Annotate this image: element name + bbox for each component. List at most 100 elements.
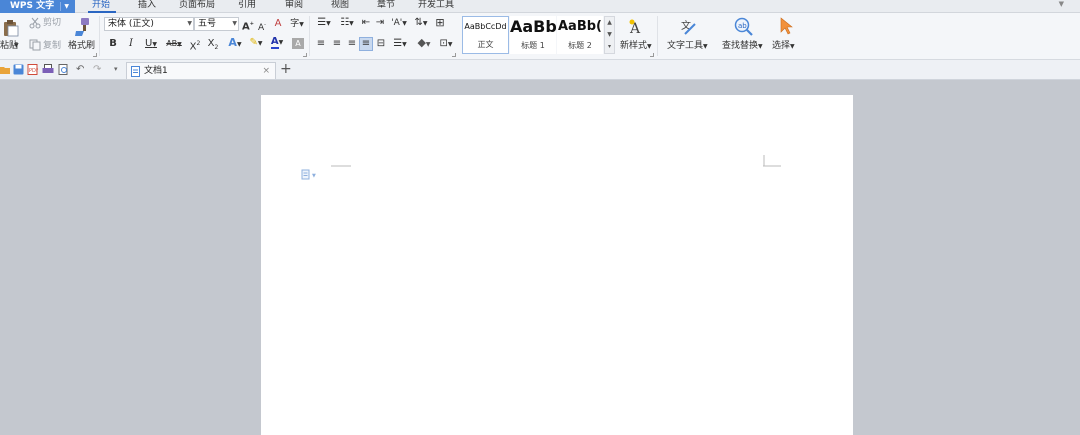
font-name-value: 宋体 (正文) xyxy=(108,19,154,29)
shrink-font-icon[interactable]: A- xyxy=(256,19,268,34)
svg-text:▼: ▼ xyxy=(312,173,316,179)
tab-view[interactable]: 视图 xyxy=(331,0,349,13)
find-replace-button[interactable]: 查找替换▼ xyxy=(722,40,763,53)
app-name: WPS 文字 xyxy=(10,1,55,11)
format-painter-button[interactable]: 格式刷 xyxy=(68,40,95,52)
find-replace-icon[interactable]: ab xyxy=(733,16,753,36)
margin-corner-top-right xyxy=(763,155,781,167)
document-workspace[interactable]: ▼ xyxy=(0,80,1080,435)
style-normal-label: 正文 xyxy=(477,40,494,49)
quick-access-customize-icon[interactable]: ▾ xyxy=(114,63,118,75)
scissors-icon[interactable] xyxy=(29,17,41,29)
style-heading-2[interactable]: AaBb( 标题 2 xyxy=(557,16,603,54)
group-separator xyxy=(99,16,100,56)
text-tools-icon[interactable]: 文 xyxy=(679,18,697,36)
style-heading-2-preview: AaBb( xyxy=(558,19,602,34)
superscript-icon[interactable]: X2 xyxy=(188,38,202,53)
new-style-button[interactable]: 新样式▼ xyxy=(620,40,652,53)
clipboard-dialog-launcher[interactable] xyxy=(93,53,97,57)
font-name-select[interactable]: 宋体 (正文) ▼ xyxy=(104,17,194,31)
strikethrough-icon[interactable]: AB▼ xyxy=(163,38,185,51)
font-dialog-launcher[interactable] xyxy=(303,53,307,57)
print-preview-icon[interactable] xyxy=(58,64,69,75)
paragraph-layout-icon[interactable]: ▼ xyxy=(301,169,319,181)
style-normal[interactable]: AaBbCcDd 正文 xyxy=(462,16,509,54)
font-color-icon[interactable]: A▼ xyxy=(268,36,286,49)
style-heading-1-label: 标题 1 xyxy=(521,41,545,50)
tab-review[interactable]: 审阅 xyxy=(285,0,303,13)
app-menu-button[interactable]: WPS 文字 ▼ xyxy=(0,0,75,13)
text-effect-icon[interactable]: A▼ xyxy=(226,37,244,51)
document-tab[interactable]: 文档1 × xyxy=(126,62,276,79)
select-cursor-icon[interactable] xyxy=(778,17,794,35)
margin-corner-top-left xyxy=(331,165,351,167)
style-normal-preview: AaBbCcDd xyxy=(464,22,507,31)
underline-icon[interactable]: U▼ xyxy=(143,38,159,51)
group-separator xyxy=(657,16,658,56)
style-gallery-more[interactable]: ▲ ▼ ▾ xyxy=(604,16,615,54)
chevron-down-icon[interactable]: ▼ xyxy=(232,18,237,30)
select-button[interactable]: 选择▼ xyxy=(772,40,795,53)
svg-text:ab: ab xyxy=(738,22,747,30)
distributed-align-icon[interactable]: ⊟ xyxy=(375,38,387,50)
ribbon: 粘贴 ▼ 剪切 复制 格式刷 宋体 (正文) ▼ 五号 ▼ A+ A- A 字▼… xyxy=(0,13,1080,60)
align-center-icon[interactable]: ≡ xyxy=(331,38,343,50)
style-heading-1[interactable]: AaBb 标题 1 xyxy=(510,16,556,54)
font-size-select[interactable]: 五号 ▼ xyxy=(194,17,239,31)
numbered-list-icon[interactable]: ☷▼ xyxy=(337,17,357,30)
close-icon[interactable]: × xyxy=(262,65,270,77)
paste-dropdown-icon[interactable]: ▼ xyxy=(14,40,19,52)
bold-icon[interactable]: B xyxy=(108,38,118,50)
shading-icon[interactable]: ◆▼ xyxy=(414,37,434,51)
save-icon[interactable] xyxy=(13,64,24,75)
character-shading-icon[interactable]: A xyxy=(292,38,304,49)
justify-icon[interactable]: ≡ xyxy=(359,37,373,51)
style-heading-1-preview: AaBb xyxy=(510,17,556,36)
collapse-ribbon-icon[interactable]: ▼ xyxy=(1059,0,1064,9)
subscript-icon[interactable]: X2 xyxy=(206,38,220,54)
print-icon[interactable] xyxy=(42,64,54,75)
styles-dialog-launcher[interactable] xyxy=(650,53,654,57)
align-left-icon[interactable]: ≡ xyxy=(315,38,327,50)
increase-indent-icon[interactable]: ⇥ xyxy=(374,17,386,29)
line-spacing-icon[interactable]: ☰▼ xyxy=(390,38,410,51)
chevron-down-icon[interactable]: ▼ xyxy=(187,18,192,30)
sort-icon[interactable]: ⇅▼ xyxy=(413,17,429,30)
align-right-icon[interactable]: ≡ xyxy=(346,38,358,50)
document-tab-label: 文档1 xyxy=(144,66,168,76)
chinese-layout-icon[interactable]: 'A'▼ xyxy=(389,17,409,30)
grow-font-icon[interactable]: A+ xyxy=(242,18,254,33)
undo-icon[interactable]: ↶ xyxy=(76,64,84,76)
caret-down-icon[interactable]: ▼ xyxy=(64,0,69,13)
italic-icon[interactable]: I xyxy=(126,38,136,50)
tab-page-layout[interactable]: 页面布局 xyxy=(179,0,215,13)
highlight-icon[interactable]: ✎▼ xyxy=(247,37,265,50)
document-icon xyxy=(131,66,140,77)
paragraph-dialog-launcher[interactable] xyxy=(452,53,456,57)
tab-references[interactable]: 引用 xyxy=(238,0,256,13)
phonetic-guide-icon[interactable]: 字▼ xyxy=(288,18,306,31)
border-icon[interactable]: ⊡▼ xyxy=(436,38,456,51)
redo-icon[interactable]: ↷ xyxy=(93,64,101,76)
find-replace-label: 查找替换 xyxy=(722,41,759,51)
tab-developer-tools[interactable]: 开发工具 xyxy=(418,0,454,13)
tab-chapter[interactable]: 章节 xyxy=(377,0,395,13)
copy-button[interactable]: 复制 xyxy=(43,40,61,52)
paste-icon[interactable] xyxy=(2,19,20,37)
new-style-icon[interactable]: A xyxy=(627,18,645,36)
clear-formatting-icon[interactable]: A xyxy=(272,18,284,30)
decrease-indent-icon[interactable]: ⇤ xyxy=(360,17,372,29)
tab-insert[interactable]: 插入 xyxy=(138,0,156,13)
export-pdf-icon[interactable]: PDF xyxy=(27,64,38,75)
text-tools-button[interactable]: 文字工具▼ xyxy=(667,40,708,53)
table-grid-icon[interactable]: ⊞ xyxy=(434,17,446,29)
copy-icon[interactable] xyxy=(29,39,41,51)
document-page[interactable]: ▼ xyxy=(261,95,853,435)
bullet-list-icon[interactable]: ☰▼ xyxy=(314,17,334,30)
group-separator xyxy=(309,16,310,56)
format-painter-icon[interactable] xyxy=(73,17,91,37)
text-tools-label: 文字工具 xyxy=(667,41,704,51)
open-folder-icon[interactable] xyxy=(0,65,10,75)
new-tab-plus-icon[interactable]: + xyxy=(280,61,292,77)
cut-button[interactable]: 剪切 xyxy=(43,17,61,29)
